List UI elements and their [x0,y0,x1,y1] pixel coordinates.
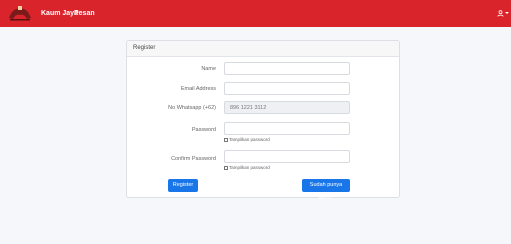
whatsapp-label: No Whatsapp (+62) [168,105,216,111]
confirm-password-label: Confirm Password [171,156,216,162]
show-confirm-password-toggle[interactable]: Tampilkan password [224,165,270,170]
email-label: Email Address [180,86,216,92]
password-label: Password [191,127,216,133]
show-confirm-password-checkbox[interactable] [224,165,228,170]
whatsapp-field[interactable] [224,101,350,114]
brand-link[interactable]: Kaum Jaya [41,0,78,27]
show-password-checkbox[interactable] [224,137,228,142]
register-card: Register Name Email Address No Whatsapp … [126,40,400,201]
navbar: Kaum Jaya Pesan [0,0,511,27]
show-password-label: Tampilkan password [229,137,270,142]
show-confirm-password-label: Tampilkan password [229,165,270,170]
email-field[interactable] [224,82,350,95]
nav-pesan[interactable]: Pesan [74,0,95,27]
name-label: Name [201,66,216,72]
password-field[interactable] [224,122,350,135]
login-link-button[interactable]: Sudah punya akun? [302,179,350,201]
register-button[interactable]: Register [168,179,198,192]
user-menu[interactable] [497,7,509,19]
show-password-toggle[interactable]: Tampilkan password [224,137,270,142]
logo-icon [9,6,31,21]
card-title: Register [127,41,399,57]
user-icon [497,9,504,17]
name-field[interactable] [224,62,350,75]
chevron-down-icon [505,12,509,14]
confirm-password-field[interactable] [224,150,350,163]
